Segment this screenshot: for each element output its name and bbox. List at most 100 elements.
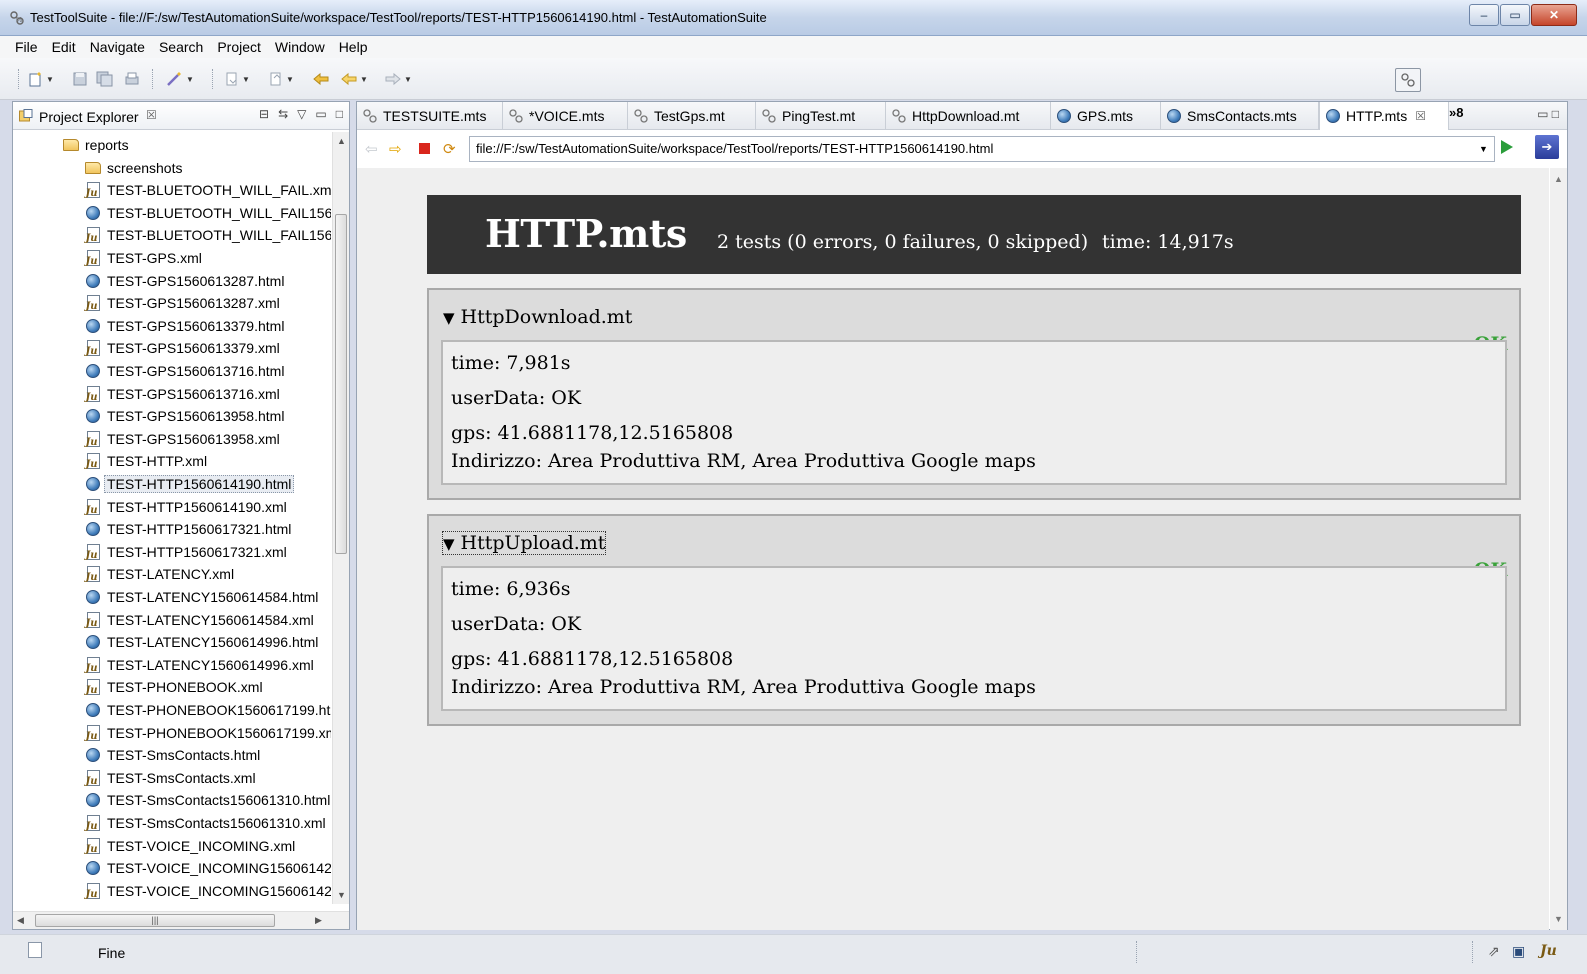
tree-file[interactable]: Ju TEST-VOICE_INCOMING1560614253. xyxy=(85,880,331,902)
google-maps-link[interactable]: Google maps xyxy=(911,676,1036,698)
tree-file[interactable]: Ju TEST-LATENCY.xml xyxy=(85,563,234,585)
chevron-down-icon[interactable]: ▼ xyxy=(186,75,194,84)
tree-horizontal-scrollbar[interactable]: ◀ ||| ▶ xyxy=(13,911,349,929)
perspective-button[interactable] xyxy=(1395,68,1421,92)
new-button[interactable]: ▼ xyxy=(28,70,54,88)
chevron-down-icon[interactable]: ▼ xyxy=(1479,144,1488,154)
editor-tab[interactable]: TESTSUITE.mts xyxy=(357,102,503,130)
editor-tab[interactable]: PingTest.mt xyxy=(756,102,886,130)
close-tab-icon[interactable]: ☒ xyxy=(1415,109,1426,123)
chevron-down-icon[interactable]: ▼ xyxy=(404,75,412,84)
save-button[interactable] xyxy=(72,70,88,88)
tree-file[interactable]: TEST-GPS1560613379.html xyxy=(85,315,284,337)
project-explorer-tab[interactable]: Project Explorer ☒ ⊟ ⇆ ▽ ▭ □ xyxy=(13,102,349,130)
fast-view-icon[interactable] xyxy=(28,942,42,958)
save-all-button[interactable] xyxy=(96,70,114,88)
editor-tab[interactable]: HTTP.mts ☒ xyxy=(1319,102,1449,130)
restore-icon[interactable]: ⇗ xyxy=(1488,943,1500,960)
scroll-down-icon[interactable]: ▼ xyxy=(1554,914,1563,924)
scroll-thumb[interactable]: ||| xyxy=(35,914,275,927)
tree-file[interactable]: TEST-VOICE_INCOMING1560614253. xyxy=(85,857,331,879)
tree-file[interactable]: Ju TEST-GPS1560613287.xml xyxy=(85,292,280,314)
menu-project[interactable]: Project xyxy=(210,39,268,55)
tree-file[interactable]: Ju TEST-HTTP1560617321.xml xyxy=(85,541,287,563)
tree-file[interactable]: TEST-GPS1560613287.html xyxy=(85,270,284,292)
stop-icon[interactable] xyxy=(419,143,430,154)
refresh-icon[interactable]: ⟳ xyxy=(443,140,456,158)
tree-file[interactable]: TEST-HTTP1560617321.html xyxy=(85,518,291,540)
collapse-all-icon[interactable]: ⊟ xyxy=(259,107,269,121)
tree-file[interactable]: TEST-PHONEBOOK1560617199.html xyxy=(85,699,331,721)
run-tool-button[interactable]: ▼ xyxy=(166,70,194,88)
menu-window[interactable]: Window xyxy=(268,39,332,55)
tab-overflow-button[interactable]: »8 xyxy=(1449,105,1463,120)
go-button[interactable] xyxy=(1501,140,1513,154)
last-edit-button[interactable] xyxy=(312,70,330,88)
tree-file[interactable]: Ju TEST-HTTP.xml xyxy=(85,450,207,472)
scroll-right-icon[interactable]: ▶ xyxy=(315,915,322,926)
browser-back-icon[interactable]: ⇦ xyxy=(365,140,378,158)
tree-file[interactable]: Ju TEST-PHONEBOOK1560617199.xml xyxy=(85,722,331,744)
tree-file[interactable]: Ju TEST-LATENCY1560614584.xml xyxy=(85,609,314,631)
close-window-button[interactable]: ✕ xyxy=(1531,4,1577,26)
menu-search[interactable]: Search xyxy=(152,39,210,55)
browser-forward-icon[interactable]: ⇨ xyxy=(389,140,402,158)
tree-file[interactable]: TEST-BLUETOOTH_WILL_FAIL156061 xyxy=(85,202,331,224)
scroll-left-icon[interactable]: ◀ xyxy=(17,915,24,926)
minimize-view-icon[interactable]: ▭ xyxy=(315,107,326,121)
menu-edit[interactable]: Edit xyxy=(45,39,83,55)
editor-tab[interactable]: *VOICE.mts xyxy=(503,102,628,130)
link-editor-icon[interactable]: ⇆ xyxy=(278,107,288,121)
tree-vertical-scrollbar[interactable]: ▲ ▼ xyxy=(332,132,349,904)
tree-folder[interactable]: reports xyxy=(63,134,129,156)
tree-file[interactable]: Ju TEST-SmsContacts156061310.xml xyxy=(85,812,326,834)
tree-file[interactable]: TEST-HTTP1560614190.html xyxy=(85,473,295,495)
tree-file[interactable]: TEST-LATENCY1560614584.html xyxy=(85,586,318,608)
tree-file[interactable]: Ju TEST-BLUETOOTH_WILL_FAIL156061 xyxy=(85,224,331,246)
editor-tab[interactable]: SmsContacts.mts xyxy=(1161,102,1319,130)
tree-file[interactable]: Ju TEST-GPS.xml xyxy=(85,247,202,269)
previous-annotation-button[interactable]: ▼ xyxy=(268,70,294,88)
tree-file[interactable]: Ju TEST-GPS1560613379.xml xyxy=(85,337,280,359)
scroll-up-icon[interactable]: ▲ xyxy=(337,136,346,146)
tree-folder[interactable]: screenshots xyxy=(85,157,182,179)
forward-button[interactable]: ▼ xyxy=(384,70,412,88)
scroll-down-icon[interactable]: ▼ xyxy=(337,890,346,900)
menu-help[interactable]: Help xyxy=(332,39,375,55)
editor-tab[interactable]: GPS.mts xyxy=(1051,102,1161,130)
close-icon[interactable]: ☒ xyxy=(146,108,157,122)
tree-file[interactable]: Ju TEST-HTTP1560614190.xml xyxy=(85,496,287,518)
tree-file[interactable]: TEST-GPS1560613958.html xyxy=(85,405,284,427)
report-vertical-scrollbar[interactable]: ▲ ▼ xyxy=(1550,168,1567,930)
tree-file[interactable]: Ju TEST-BLUETOOTH_WILL_FAIL.xml xyxy=(85,179,331,201)
menu-navigate[interactable]: Navigate xyxy=(83,39,152,55)
open-external-browser-button[interactable]: ➔ xyxy=(1535,135,1559,159)
test-case-toggle[interactable]: ▼ HttpUpload.mt xyxy=(441,531,607,555)
print-button[interactable] xyxy=(124,70,140,88)
editor-minimize-maximize[interactable]: ▭ □ xyxy=(1537,107,1559,121)
maximize-view-icon[interactable]: □ xyxy=(336,107,343,121)
tree-file[interactable]: Ju TEST-GPS1560613958.xml xyxy=(85,428,280,450)
maximize-button[interactable]: ▭ xyxy=(1500,4,1530,26)
tree-file[interactable]: TEST-LATENCY1560614996.html xyxy=(85,631,318,653)
scroll-up-icon[interactable]: ▲ xyxy=(1554,174,1563,184)
tree-file[interactable]: TEST-SmsContacts156061310.html xyxy=(85,789,330,811)
next-annotation-button[interactable]: ▼ xyxy=(224,70,250,88)
google-maps-link[interactable]: Google maps xyxy=(911,450,1036,472)
minimize-button[interactable]: – xyxy=(1469,4,1499,26)
chevron-down-icon[interactable]: ▼ xyxy=(286,75,294,84)
scroll-thumb[interactable] xyxy=(335,214,347,554)
tree-file[interactable]: TEST-SmsContacts.html xyxy=(85,744,260,766)
view-menu-icon[interactable]: ▽ xyxy=(297,107,306,121)
editor-tab[interactable]: TestGps.mt xyxy=(628,102,756,130)
tree-file[interactable]: Ju TEST-GPS1560613716.xml xyxy=(85,383,280,405)
chevron-down-icon[interactable]: ▼ xyxy=(360,75,368,84)
menu-file[interactable]: File xyxy=(8,39,45,55)
tree-file[interactable]: Ju TEST-SmsContacts.xml xyxy=(85,767,256,789)
junit-icon[interactable]: Ju xyxy=(1540,943,1557,959)
url-field[interactable]: file://F:/sw/TestAutomationSuite/workspa… xyxy=(469,136,1495,162)
tree-file[interactable]: Ju TEST-LATENCY1560614996.xml xyxy=(85,654,314,676)
test-case-toggle[interactable]: ▼ HttpDownload.mt xyxy=(443,306,632,328)
tree-file[interactable]: Ju TEST-PHONEBOOK.xml xyxy=(85,676,263,698)
tree-file[interactable]: TEST-GPS1560613716.html xyxy=(85,360,284,382)
